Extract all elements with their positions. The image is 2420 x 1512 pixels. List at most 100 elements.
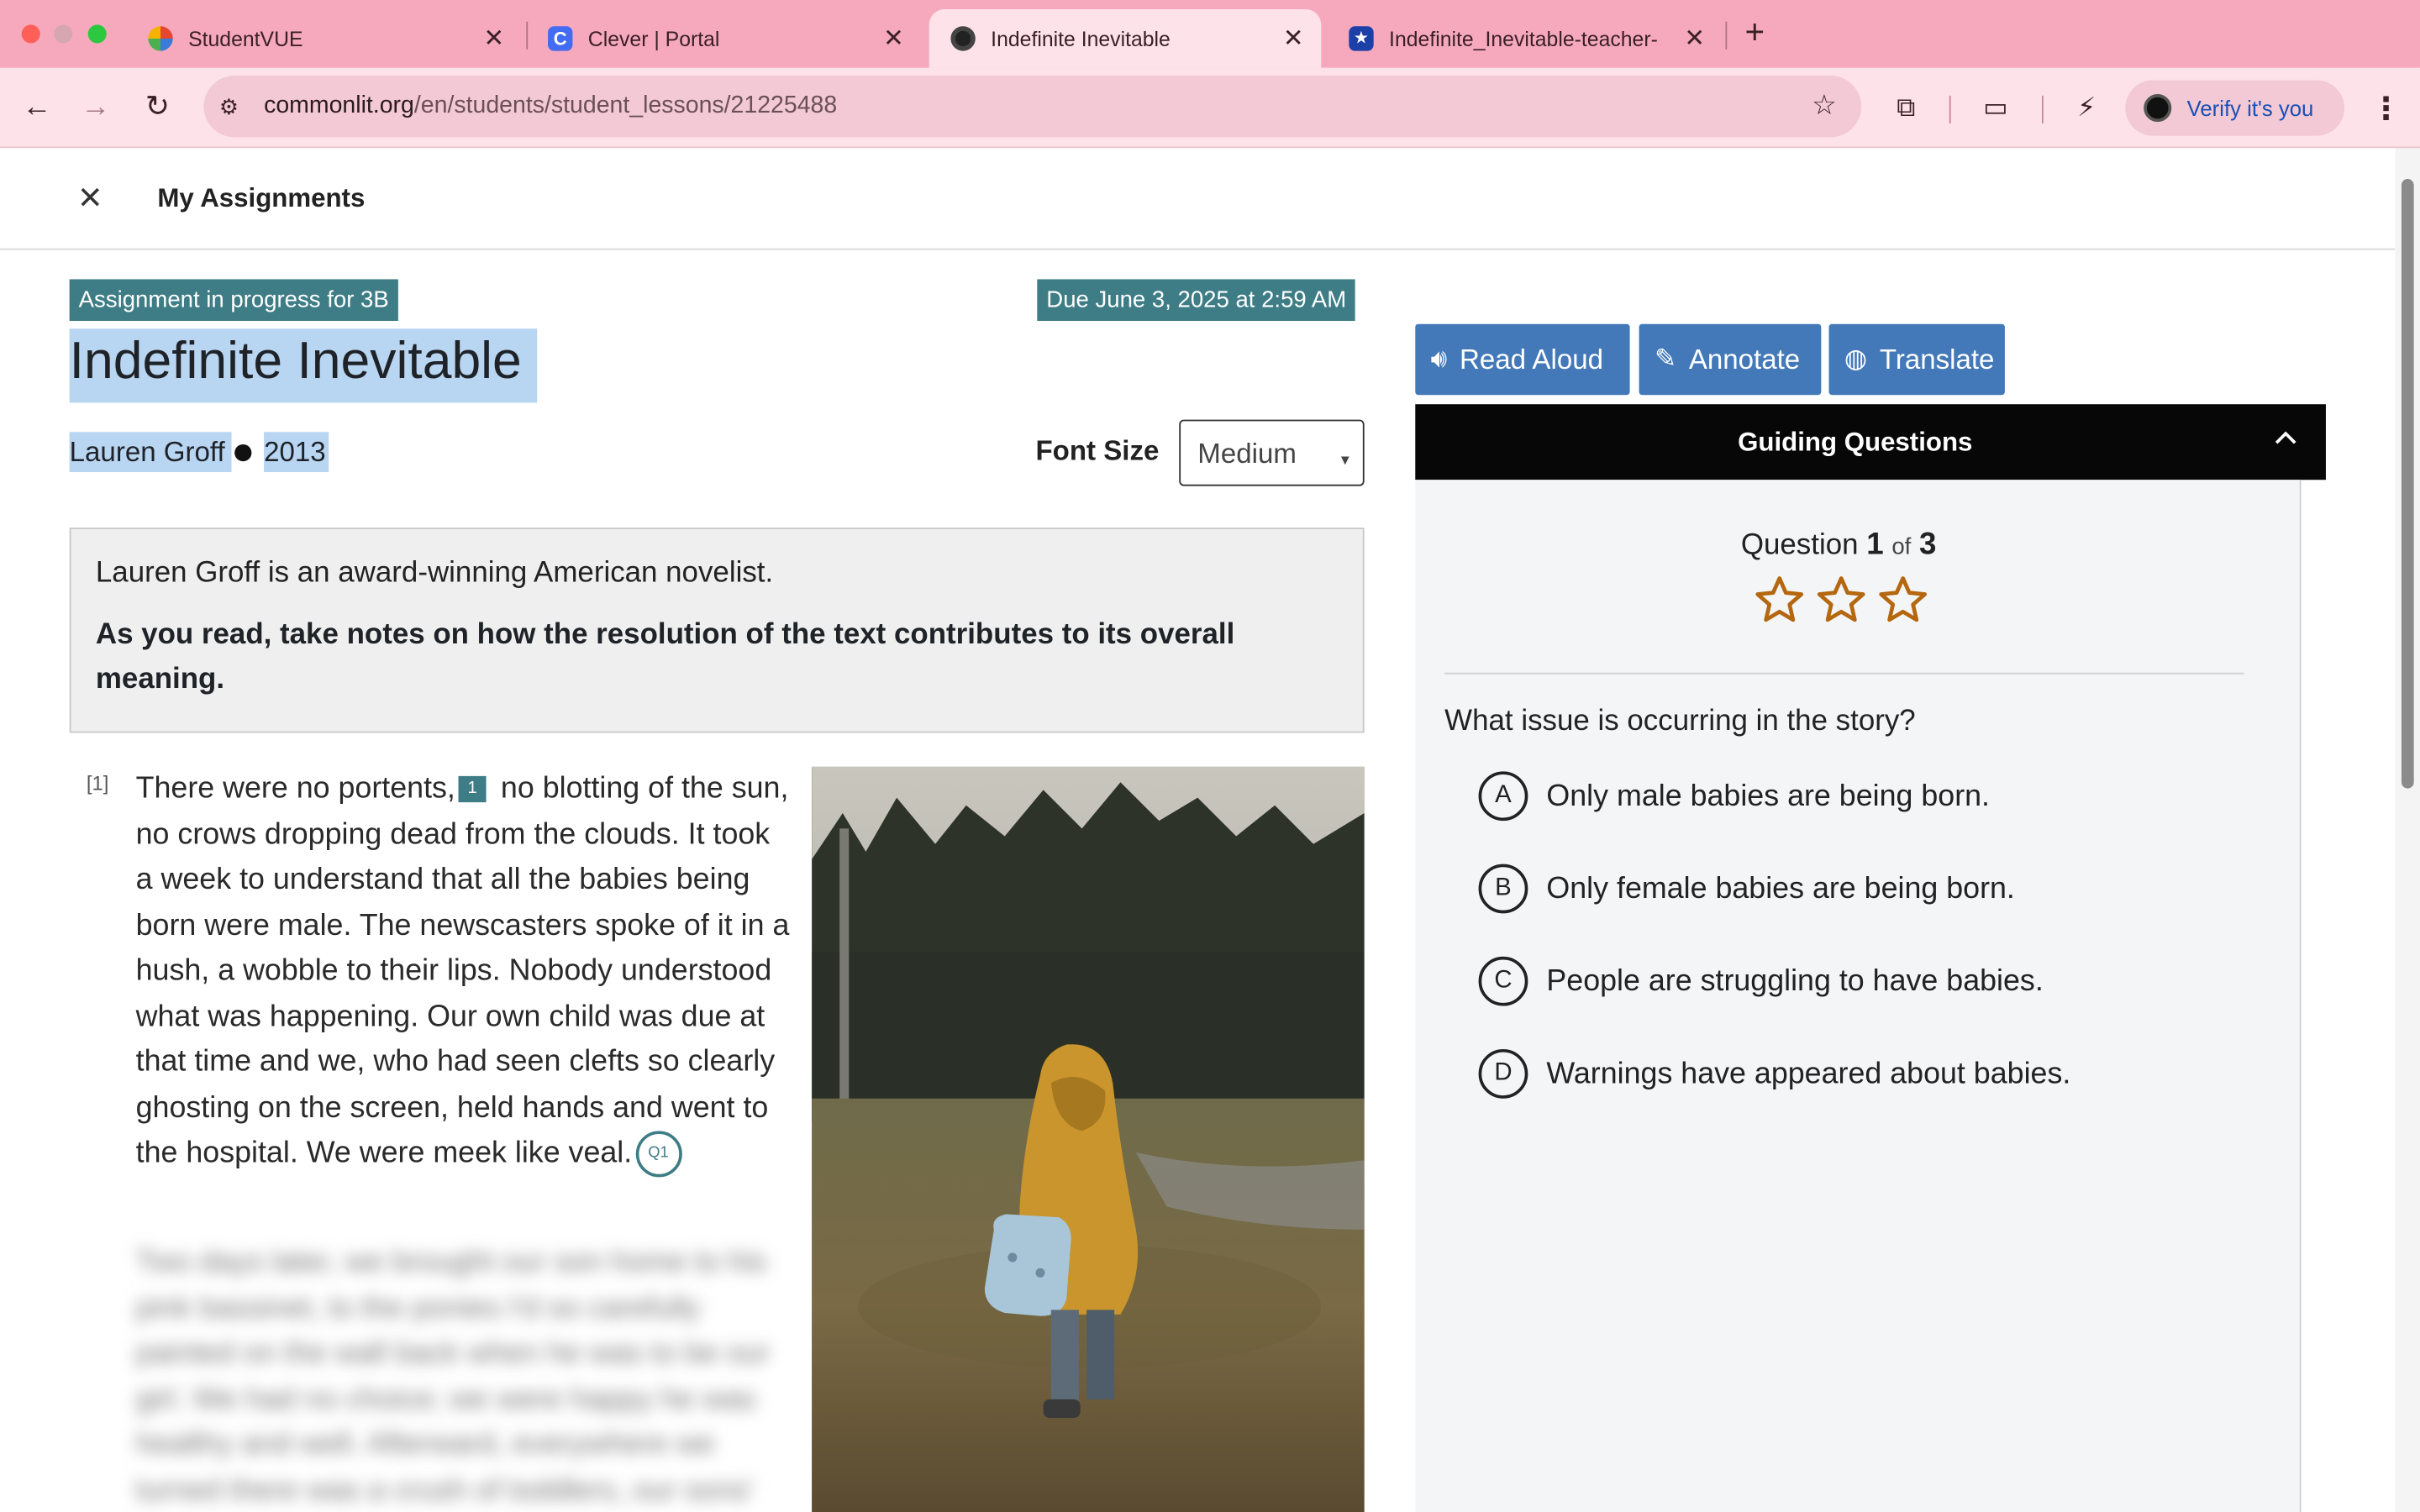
guiding-questions-title: Guiding Questions (1738, 427, 1973, 457)
kebab-menu-icon[interactable]: ⋮ (2370, 90, 2402, 129)
new-tab-icon[interactable]: + (1734, 13, 1775, 53)
translate-button[interactable]: ◍ Translate (1828, 323, 2005, 396)
question-total: 3 (1919, 528, 1937, 562)
tab-search-icon[interactable]: ▭ (1979, 92, 2012, 123)
chevron-up-icon[interactable] (2274, 426, 2298, 450)
my-assignments-title[interactable]: My Assignments (157, 184, 365, 215)
option-text: Only male babies are being born. (1546, 778, 1991, 813)
address-bar[interactable]: ⚙ commonlit.org/en/students/student_less… (203, 75, 1862, 138)
font-size-select[interactable]: Medium ▼ (1179, 419, 1365, 486)
tab-close-icon[interactable]: ✕ (478, 24, 509, 55)
url-path: /en/students/student_lessons/21225488 (413, 92, 838, 119)
clever-favicon-icon: C (548, 26, 573, 51)
profile-verify-button[interactable]: Verify it's you (2125, 80, 2344, 136)
question-current: 1 (1866, 528, 1884, 562)
tab-studentvue[interactable]: StudentVUE ✕ (127, 9, 522, 68)
font-size-value: Medium (1197, 438, 1297, 470)
footnote-marker[interactable]: 1 (458, 776, 487, 803)
intro-prompt: As you read, take notes on how the resol… (95, 618, 1235, 696)
url-domain: commonlit.org (264, 92, 414, 119)
star-outline-icon (1879, 576, 1928, 622)
toolbar-divider (1949, 95, 1951, 123)
globe-icon: ◍ (1844, 344, 1868, 374)
intro-box: Lauren Groff is an award-winning America… (69, 528, 1365, 733)
answer-option-b[interactable]: B Only female babies are being born. (1478, 863, 2015, 915)
answer-option-a[interactable]: A Only male babies are being born. (1478, 770, 1991, 822)
performance-icon[interactable]: ⚡ (2070, 92, 2103, 123)
font-size-label: Font Size (1035, 434, 1160, 466)
page-title: Indefinite Inevitable (69, 328, 538, 403)
question-text: What issue is occurring in the story? (1444, 705, 1916, 738)
app-header: ✕ My Assignments (0, 148, 2396, 250)
option-letter: A (1478, 771, 1528, 822)
option-text: Warnings have appeared about babies. (1546, 1056, 2071, 1090)
status-badge: Assignment in progress for 3B (69, 279, 398, 322)
question-panel-divider (2299, 480, 2302, 1512)
question-stars (1754, 574, 1929, 626)
passage-text: no blotting of the sun, no crows droppin… (135, 771, 790, 1170)
guiding-questions-header[interactable]: Guiding Questions (1415, 404, 2326, 480)
doc-favicon-icon: ★ (1349, 26, 1374, 51)
back-icon[interactable]: ← (18, 90, 55, 127)
scrollbar-thumb[interactable] (2401, 179, 2414, 789)
browser-toolbar: ← → ↻ ⚙ commonlit.org/en/students/studen… (0, 67, 2420, 149)
question-counter: Question 1 of 3 (1741, 528, 1937, 563)
answer-option-c[interactable]: C People are struggling to have babies. (1478, 955, 2044, 1007)
tab-teacher-doc[interactable]: ★ Indefinite_Inevitable-teacher- ✕ (1328, 9, 1723, 68)
tab-title: Clever | Portal (587, 27, 720, 50)
option-letter: B (1478, 864, 1528, 914)
story-photo (812, 766, 1365, 1512)
tab-title: Indefinite_Inevitable-teacher- (1389, 27, 1658, 50)
option-text: Only female babies are being born. (1546, 870, 2015, 906)
answer-option-d[interactable]: D Warnings have appeared about babies. (1478, 1047, 2071, 1100)
tab-clever-portal[interactable]: C Clever | Portal ✕ (526, 9, 921, 68)
commonlit-favicon-icon (950, 26, 976, 51)
tab-indefinite-inevitable[interactable]: Indefinite Inevitable ✕ (929, 9, 1322, 68)
publication-year: 2013 (264, 432, 329, 473)
extensions-icon[interactable]: ⧉ (1889, 92, 1923, 123)
url-text[interactable]: commonlit.org/en/students/student_lesson… (264, 92, 837, 120)
site-settings-icon[interactable]: ⚙ (219, 94, 239, 120)
chevron-down-icon: ▼ (1338, 452, 1352, 468)
passage-paragraph[interactable]: There were no portents, 1 no blotting of … (136, 767, 792, 1178)
annotate-button[interactable]: ✎ Annotate (1639, 323, 1822, 396)
close-icon[interactable]: ✕ (77, 179, 103, 218)
speaker-icon: 🔊︎ (1430, 344, 1448, 374)
option-letter: C (1478, 956, 1528, 1006)
read-aloud-button[interactable]: 🔊︎ Read Aloud (1415, 323, 1630, 396)
annotate-label: Annotate (1688, 343, 1801, 375)
tab-divider (1725, 21, 1728, 50)
passage-text: There were no portents, (135, 771, 455, 806)
reload-icon[interactable]: ↻ (139, 90, 176, 127)
translate-label: Translate (1879, 343, 1995, 375)
studentvue-favicon-icon (148, 26, 173, 51)
tab-close-icon[interactable]: ✕ (1679, 24, 1710, 55)
meta-separator-dot (234, 444, 252, 462)
question-word: Question (1740, 528, 1859, 562)
toolbar-divider (2041, 95, 2044, 123)
page-scrollbar[interactable] (2395, 148, 2420, 1512)
star-outline-icon (1817, 576, 1865, 622)
window-zoom-dot[interactable] (87, 24, 107, 44)
due-date-badge: Due June 3, 2025 at 2:59 AM (1037, 279, 1356, 322)
window-close-dot[interactable] (21, 24, 40, 44)
locked-passage-text: Two days later, we brought our son home … (135, 1245, 771, 1507)
paragraph-number: [1] (86, 771, 109, 795)
question-of: of (1891, 533, 1912, 560)
profile-label: Verify it's you (2186, 95, 2314, 121)
option-text: People are struggling to have babies. (1546, 963, 2044, 998)
question-marker-q1[interactable]: Q1 (634, 1131, 682, 1178)
browser-tab-strip: StudentVUE ✕ C Clever | Portal ✕ Indefin… (0, 0, 2420, 68)
window-minimize-dot[interactable] (54, 24, 73, 44)
option-letter: D (1478, 1048, 1528, 1099)
tab-close-icon[interactable]: ✕ (878, 24, 909, 55)
author-name: Lauren Groff (69, 432, 232, 473)
tab-title: StudentVUE (188, 27, 303, 50)
read-aloud-label: Read Aloud (1460, 343, 1603, 375)
profile-avatar-icon (2144, 94, 2172, 123)
child-in-field-image (812, 766, 1365, 1512)
tab-title: Indefinite Inevitable (991, 27, 1171, 50)
bookmark-star-icon[interactable]: ☆ (1812, 90, 1837, 123)
tab-close-icon[interactable]: ✕ (1278, 24, 1309, 55)
forward-icon[interactable]: → (77, 90, 114, 127)
